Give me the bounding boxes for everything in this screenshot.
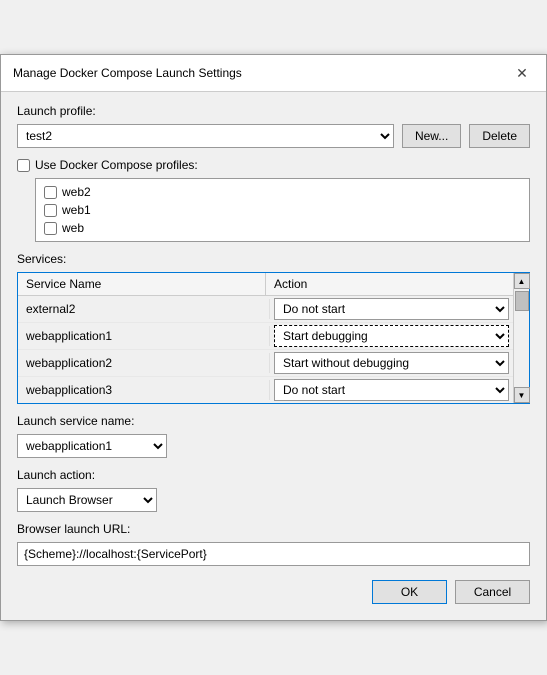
services-inner: Service Name Action external2 Do not sta… — [18, 273, 513, 403]
table-row: webapplication2 Do not start Start debug… — [18, 350, 513, 377]
launch-action-select[interactable]: Launch Browser Start debugging Start wit… — [17, 488, 157, 512]
services-container: Service Name Action external2 Do not sta… — [17, 272, 530, 404]
browser-launch-url-label: Browser launch URL: — [17, 522, 530, 536]
docker-compose-profiles-checkbox-row: Use Docker Compose profiles: — [17, 158, 530, 172]
service-name-webapplication3: webapplication3 — [18, 380, 270, 400]
dialog-title: Manage Docker Compose Launch Settings — [13, 66, 242, 80]
profile-item-web1: web1 — [44, 201, 521, 219]
delete-button[interactable]: Delete — [469, 124, 530, 148]
close-button[interactable]: ✕ — [510, 63, 534, 83]
profile-item-web: web — [44, 219, 521, 237]
table-row: webapplication3 Do not start Start debug… — [18, 377, 513, 403]
launch-service-name-label: Launch service name: — [17, 414, 530, 428]
cancel-button[interactable]: Cancel — [455, 580, 530, 604]
docker-compose-profiles-checkbox[interactable] — [17, 159, 30, 172]
services-section: Services: Service Name Action external2 … — [17, 252, 530, 404]
service-action-select-webapplication2[interactable]: Do not start Start debugging Start witho… — [274, 352, 509, 374]
profile-web2-checkbox[interactable] — [44, 186, 57, 199]
launch-action-row: Launch Browser Start debugging Start wit… — [17, 488, 530, 512]
service-name-external2: external2 — [18, 299, 270, 319]
dialog-content: Launch profile: test2 New... Delete Use … — [1, 92, 546, 620]
col-service-name: Service Name — [18, 273, 266, 295]
profile-web-checkbox[interactable] — [44, 222, 57, 235]
table-row: webapplication1 Do not start Start debug… — [18, 323, 513, 350]
col-action: Action — [266, 273, 513, 295]
launch-service-name-row: webapplication1 webapplication2 webappli… — [17, 434, 530, 458]
launch-action-label: Launch action: — [17, 468, 530, 482]
docker-compose-profiles-label: Use Docker Compose profiles: — [35, 158, 198, 172]
service-action-webapplication3: Do not start Start debugging Start witho… — [270, 377, 513, 403]
launch-service-name-select[interactable]: webapplication1 webapplication2 webappli… — [17, 434, 167, 458]
profile-web1-label: web1 — [62, 203, 91, 217]
launch-profile-row: test2 New... Delete — [17, 124, 530, 148]
scroll-down-button[interactable]: ▼ — [514, 387, 530, 403]
new-button[interactable]: New... — [402, 124, 461, 148]
scroll-thumb[interactable] — [515, 291, 529, 311]
services-table-header: Service Name Action — [18, 273, 513, 296]
scroll-up-button[interactable]: ▲ — [514, 273, 530, 289]
browser-launch-url-input[interactable] — [17, 542, 530, 566]
table-row: external2 Do not start Start debugging S… — [18, 296, 513, 323]
title-bar: Manage Docker Compose Launch Settings ✕ — [1, 55, 546, 92]
service-action-select-external2[interactable]: Do not start Start debugging Start witho… — [274, 298, 509, 320]
service-action-select-webapplication3[interactable]: Do not start Start debugging Start witho… — [274, 379, 509, 401]
profiles-box: web2 web1 web — [35, 178, 530, 242]
profile-item-web2: web2 — [44, 183, 521, 201]
dialog: Manage Docker Compose Launch Settings ✕ … — [0, 54, 547, 621]
service-name-webapplication1: webapplication1 — [18, 326, 270, 346]
dialog-footer: OK Cancel — [17, 580, 530, 604]
service-action-external2: Do not start Start debugging Start witho… — [270, 296, 513, 322]
launch-profile-select[interactable]: test2 — [17, 124, 394, 148]
profile-web1-checkbox[interactable] — [44, 204, 57, 217]
profile-web-label: web — [62, 221, 84, 235]
service-action-select-webapplication1[interactable]: Do not start Start debugging Start witho… — [274, 325, 509, 347]
docker-compose-profiles-section: Use Docker Compose profiles: web2 web1 w… — [17, 158, 530, 242]
service-action-webapplication2: Do not start Start debugging Start witho… — [270, 350, 513, 376]
service-action-webapplication1: Do not start Start debugging Start witho… — [270, 323, 513, 349]
profile-web2-label: web2 — [62, 185, 91, 199]
services-label: Services: — [17, 252, 530, 266]
services-scrollbar: ▲ ▼ — [513, 273, 529, 403]
launch-profile-label: Launch profile: — [17, 104, 530, 118]
service-name-webapplication2: webapplication2 — [18, 353, 270, 373]
ok-button[interactable]: OK — [372, 580, 447, 604]
